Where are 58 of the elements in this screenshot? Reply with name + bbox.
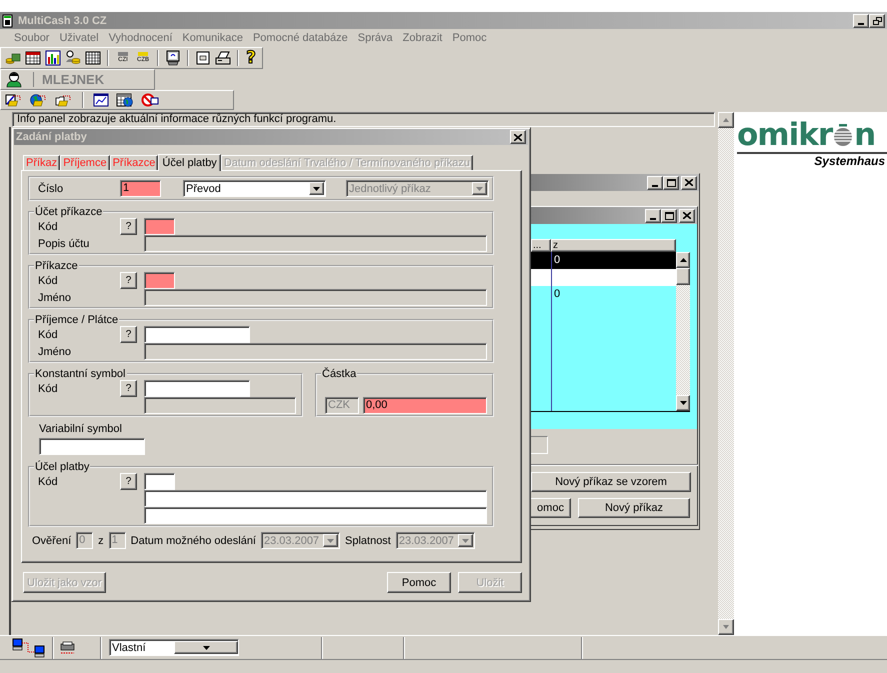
field-label: Kód [38,328,59,340]
dialog-title: Zadání platby [16,131,87,143]
field-label: Kód [38,274,59,286]
lookup-button[interactable]: ? [120,326,137,343]
column-header[interactable]: z [551,239,676,252]
group-title: Příkazce [34,260,79,272]
menu-item[interactable]: Vyhodnocení [104,32,178,44]
lookup-button[interactable]: ? [120,218,137,235]
table-row[interactable]: 0 [531,286,676,303]
new-order-button[interactable]: Nový příkaz [578,498,690,518]
menu-item[interactable]: Pomoc [447,32,492,44]
dropdown[interactable]: Převod [183,180,326,197]
help-button[interactable]: Pomoc [387,572,451,593]
readonly-field: 1 [108,532,126,549]
view-dropdown[interactable]: Vlastní [109,639,239,656]
lookup-button[interactable]: ? [120,272,137,289]
user-name: MLEJNEK [33,72,104,87]
group-title: Příjemce / Plátce [34,314,120,326]
field-label: Datum možného odeslání [130,534,256,546]
field-label: Ověření [32,534,72,546]
currency-field: CZK [325,397,359,414]
field-label: Jméno [38,292,72,304]
help-button[interactable]: omoc [531,498,571,518]
readonly-field: 0 [76,532,94,549]
group-title: Účel platby [34,461,90,473]
logo-text: n [854,120,876,150]
field-label: Kód [38,382,59,394]
lookup-button[interactable]: ? [120,473,137,490]
tab[interactable]: Účel platby [158,154,221,171]
field-label: Popis účtu [38,238,90,250]
menu-item[interactable]: Soubor [9,32,54,44]
field-label: Splatnost [345,534,391,546]
window-title: MultiCash 3.0 CZ [18,14,107,26]
menu-item[interactable]: Zobrazit [398,32,448,44]
separator-text: z [98,534,104,546]
field-label: Kód [38,220,59,232]
menu-item[interactable]: Komunikace [177,32,248,44]
table-cell-text: 0 [554,253,560,268]
lookup-button[interactable]: ? [120,380,137,397]
new-order-template-button[interactable]: Nový příkaz se vzorem [531,472,691,492]
input-field[interactable]: 1 [120,180,161,197]
logo-tagline: Systemhaus [813,154,886,168]
column-header[interactable]: ... [531,239,551,252]
logo-text: omikr [737,120,832,150]
menu-item[interactable]: Správa [352,32,398,44]
group-title: Konstantní symbol [34,368,126,380]
group-title: Částka [321,368,358,380]
field-label: Jméno [38,346,72,358]
menu-item[interactable]: Uživatel [54,32,104,44]
group-title: Účet příkazce [34,206,104,218]
field-label: Variabilní symbol [39,423,122,435]
info-panel: Info panel zobrazuje aktuální informace různých funkcí programu. [12,112,715,127]
amount-field[interactable]: 0,00 [363,397,487,414]
field-label: Kód [38,476,59,488]
table-cell-text: 0 [554,287,560,302]
table-row[interactable]: 0 [531,252,676,269]
menu-item[interactable]: Pomocné databáze [248,32,353,44]
field-label: Číslo [38,182,64,194]
